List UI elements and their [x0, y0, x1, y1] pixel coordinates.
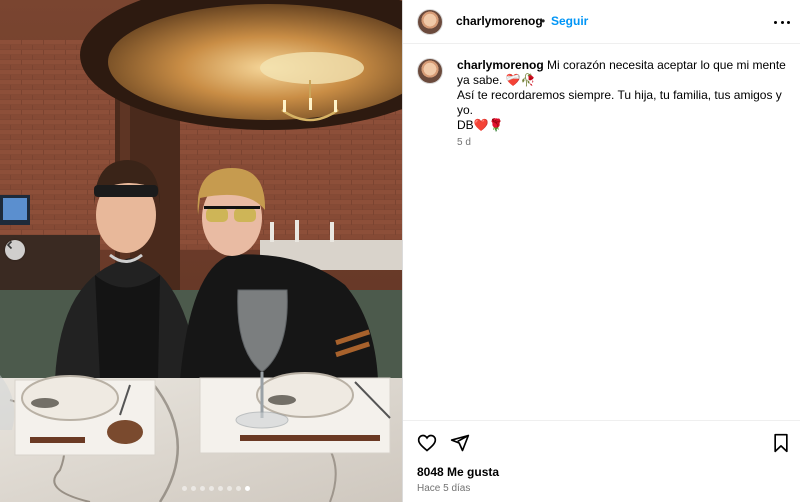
header-separator: •	[541, 14, 546, 28]
caption-line-3: DB❤️🌹	[457, 118, 504, 132]
photo-scene	[0, 0, 402, 502]
header-username[interactable]: charlymorenog	[456, 14, 543, 28]
save-button[interactable]	[772, 433, 790, 458]
caption-text: charlymorenog Mi corazón necesita acepta…	[457, 58, 787, 133]
share-button[interactable]	[450, 433, 470, 458]
share-icon	[450, 434, 470, 452]
avatar[interactable]	[417, 9, 443, 35]
carousel-dot	[191, 486, 196, 491]
caption-avatar[interactable]	[417, 58, 443, 84]
post-photo	[0, 0, 402, 502]
caption-line-2: Así te recordaremos siempre. Tu hija, tu…	[457, 88, 782, 117]
more-dot	[787, 20, 790, 24]
carousel-dot	[227, 486, 232, 491]
bookmark-icon	[774, 433, 788, 453]
post-details-panel: charlymorenog • Seguir charlymorenog Mi …	[402, 0, 800, 502]
carousel-prev-button[interactable]	[5, 240, 25, 260]
like-count[interactable]: 8048 Me gusta	[417, 465, 499, 479]
more-dot	[780, 20, 784, 24]
more-dot	[774, 20, 777, 24]
post-header: charlymorenog • Seguir	[403, 0, 800, 44]
carousel-dot	[218, 486, 223, 491]
carousel-dot-active	[245, 486, 250, 491]
carousel-dot	[209, 486, 214, 491]
chevron-left-icon	[6, 240, 13, 250]
heart-icon	[417, 434, 437, 452]
like-button[interactable]	[417, 433, 437, 458]
carousel-dots	[182, 486, 250, 491]
more-options-icon[interactable]	[774, 12, 790, 32]
carousel-dot	[236, 486, 241, 491]
caption-username[interactable]: charlymorenog	[457, 58, 544, 72]
post-date: Hace 5 días	[417, 483, 471, 494]
caption-timestamp[interactable]: 5 d	[457, 137, 471, 148]
carousel-dot	[182, 486, 187, 491]
carousel-dot	[200, 486, 205, 491]
follow-button[interactable]: Seguir	[551, 14, 588, 28]
post-actions: 8048 Me gusta Hace 5 días	[403, 420, 800, 502]
